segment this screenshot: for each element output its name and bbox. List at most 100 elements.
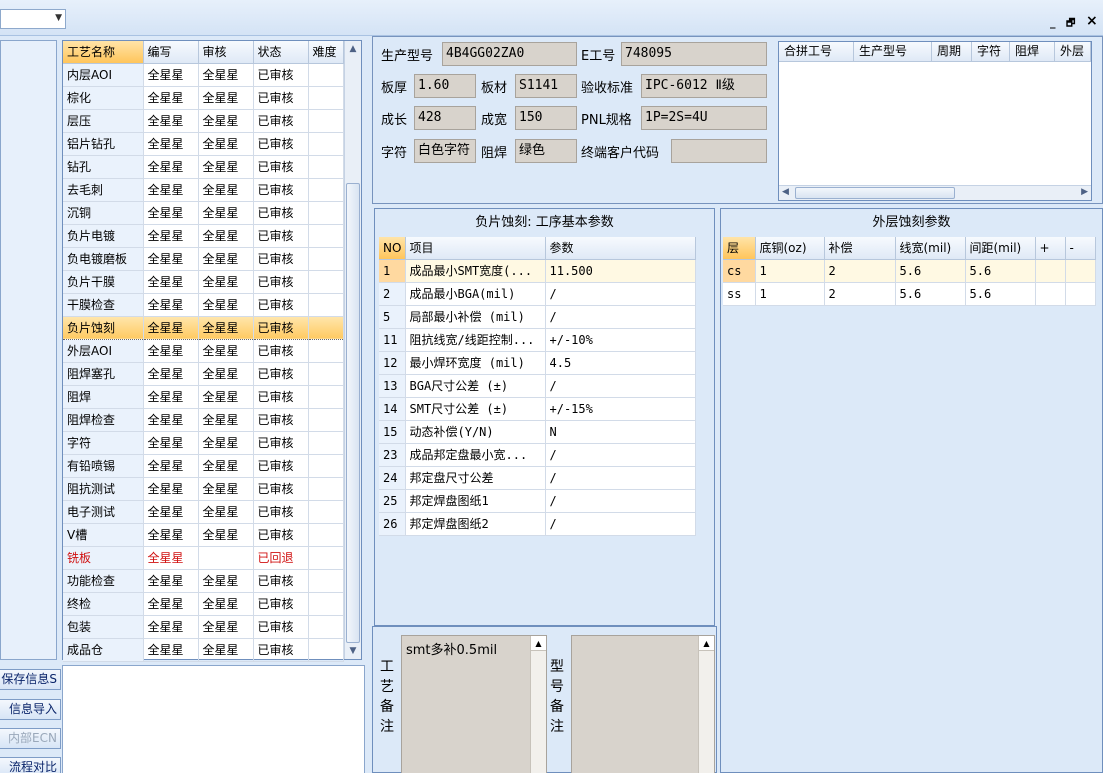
outer-col-header[interactable]: 间距(mil) bbox=[965, 237, 1036, 260]
left-button-3[interactable]: 内部ECN bbox=[0, 728, 61, 749]
memo-scrollbar[interactable]: ▲ bbox=[530, 636, 546, 773]
outer-col-header[interactable]: + bbox=[1035, 237, 1066, 260]
param-row[interactable]: 26 邦定焊盘图纸2/ bbox=[379, 512, 696, 536]
char-field[interactable]: 白色字符 bbox=[414, 139, 476, 163]
restore-icon[interactable]: 🗗 bbox=[1066, 16, 1075, 33]
merge-col-header[interactable]: 生产型号 bbox=[854, 42, 932, 61]
process-cell: 全星星 bbox=[143, 477, 199, 501]
process-row[interactable]: 钻孔 全星星 全星星 已审核 bbox=[63, 155, 344, 179]
outer-col-header[interactable]: 补偿 bbox=[824, 237, 896, 260]
process-row[interactable]: 外层AOI 全星星 全星星 已审核 bbox=[63, 339, 344, 363]
param-row[interactable]: 11 阻抗线宽/线距控制... +/-10% bbox=[379, 328, 696, 352]
process-scrollbar[interactable]: ▲ ▼ bbox=[344, 41, 361, 659]
process-col-header[interactable]: 编写 bbox=[143, 41, 199, 64]
outer-row[interactable]: cs 1 2 5.6 5.6 bbox=[723, 259, 1096, 283]
process-row[interactable]: 包装 全星星 全星星 已审核 bbox=[63, 615, 344, 639]
length-field[interactable]: 428 bbox=[414, 106, 476, 130]
outer-col-header[interactable]: 底铜(oz) bbox=[755, 237, 825, 260]
outer-row[interactable]: ss 1 2 5.6 5.6 bbox=[723, 282, 1096, 306]
left-button-2[interactable]: 信息导入 bbox=[0, 699, 61, 720]
scroll-down-icon[interactable]: ▼ bbox=[345, 643, 361, 659]
left-button-1[interactable]: 保存信息S bbox=[0, 669, 61, 690]
process-row[interactable]: 字符 全星星 全星星 已审核 bbox=[63, 431, 344, 455]
process-remark-field[interactable]: smt多补0.5mil ▲ bbox=[401, 635, 547, 773]
process-row[interactable]: 阻抗测试 全星星 全星星 已审核 bbox=[63, 477, 344, 501]
chevron-down-icon[interactable]: ▼ bbox=[55, 13, 62, 23]
param-row[interactable]: 14 SMT尺寸公差 (±) +/-15% bbox=[379, 397, 696, 421]
outer-col-header[interactable]: - bbox=[1065, 237, 1096, 260]
scroll-up-icon[interactable]: ▲ bbox=[345, 41, 361, 57]
param-row[interactable]: 5 局部最小补偿 (mil) / bbox=[379, 305, 696, 329]
param-col-header[interactable]: 项目 bbox=[405, 237, 546, 260]
scroll-left-icon[interactable]: ◀ bbox=[782, 187, 789, 197]
param-row[interactable]: 23 成品邦定盘最小宽... / bbox=[379, 443, 696, 467]
close-icon[interactable]: × bbox=[1086, 13, 1098, 29]
process-col-header[interactable]: 状态 bbox=[253, 41, 309, 64]
merge-hscrollbar[interactable]: ◀ ▶ bbox=[779, 185, 1091, 200]
process-row[interactable]: 电子测试 全星星 全星星 已审核 bbox=[63, 500, 344, 524]
process-row[interactable]: 去毛刺 全星星 全星星 已审核 bbox=[63, 178, 344, 202]
eno-field[interactable]: 748095 bbox=[621, 42, 767, 66]
process-row[interactable]: 负电镀磨板 全星星 全星星 已审核 bbox=[63, 247, 344, 271]
param-col-header[interactable]: 参数 bbox=[545, 237, 696, 260]
model-remark-field[interactable]: ▲ bbox=[571, 635, 715, 773]
top-combo[interactable]: ▼ bbox=[0, 9, 66, 29]
scroll-right-icon[interactable]: ▶ bbox=[1081, 187, 1088, 197]
param-col-header[interactable]: NO bbox=[379, 237, 406, 260]
process-row[interactable]: 阻焊检查 全星星 全星星 已审核 bbox=[63, 408, 344, 432]
model-field[interactable]: 4B4GG02ZA0 bbox=[442, 42, 577, 66]
param-cell: 24 bbox=[379, 466, 406, 490]
process-row[interactable]: 负片干膜 全星星 全星星 已审核 bbox=[63, 270, 344, 294]
process-row[interactable]: 内层AOI 全星星 全星星 已审核 bbox=[63, 63, 344, 87]
process-row[interactable]: 阻焊塞孔 全星星 全星星 已审核 bbox=[63, 362, 344, 386]
standard-field[interactable]: IPC-6012 Ⅱ级 bbox=[641, 74, 767, 98]
notes-box[interactable] bbox=[62, 665, 365, 773]
pnl-field[interactable]: 1P=2S=4U bbox=[641, 106, 767, 130]
mask-label: 阻焊 bbox=[481, 146, 508, 161]
process-row[interactable]: V槽 全星星 全星星 已审核 bbox=[63, 523, 344, 547]
outer-col-header[interactable]: 层 bbox=[723, 237, 756, 260]
outer-col-header[interactable]: 线宽(mil) bbox=[895, 237, 966, 260]
scroll-thumb[interactable] bbox=[795, 187, 955, 199]
mask-field[interactable]: 绿色 bbox=[515, 139, 577, 163]
merge-col-header[interactable]: 外层 bbox=[1055, 42, 1091, 61]
process-row[interactable]: 铣板 全星星 已回退 bbox=[63, 546, 344, 570]
minimize-icon[interactable]: _ bbox=[1050, 16, 1056, 29]
process-row[interactable]: 终检 全星星 全星星 已审核 bbox=[63, 592, 344, 616]
thickness-field[interactable]: 1.60 bbox=[414, 74, 476, 98]
process-row[interactable]: 棕化 全星星 全星星 已审核 bbox=[63, 86, 344, 110]
process-row[interactable]: 成品仓 全星星 全星星 已审核 bbox=[63, 638, 344, 662]
process-row[interactable]: 有铅喷锡 全星星 全星星 已审核 bbox=[63, 454, 344, 478]
merge-col-header[interactable]: 字符 bbox=[972, 42, 1010, 61]
merge-col-header[interactable]: 阻焊 bbox=[1010, 42, 1055, 61]
merge-col-header[interactable]: 周期 bbox=[932, 42, 972, 61]
param-cell: / bbox=[545, 282, 696, 306]
material-field[interactable]: S1141 bbox=[515, 74, 577, 98]
process-row[interactable]: 沉铜 全星星 全星星 已审核 bbox=[63, 201, 344, 225]
scroll-up-icon[interactable]: ▲ bbox=[699, 636, 714, 651]
process-row[interactable]: 负片蚀刻 全星星 全星星 已审核 bbox=[63, 315, 344, 340]
merge-col-header[interactable]: 合拼工号 bbox=[779, 42, 854, 61]
param-row[interactable]: 2 成品最小BGA(mil) / bbox=[379, 282, 696, 306]
process-row[interactable]: 干膜检查 全星星 全星星 已审核 bbox=[63, 293, 344, 317]
left-button-4[interactable]: 流程对比 bbox=[0, 757, 61, 773]
process-row[interactable]: 功能检查 全星星 全星星 已审核 bbox=[63, 569, 344, 593]
param-row[interactable]: 24 邦定盘尺寸公差 / bbox=[379, 466, 696, 490]
param-row[interactable]: 25 邦定焊盘图纸1/ bbox=[379, 489, 696, 513]
process-col-header[interactable]: 审核 bbox=[198, 41, 254, 64]
scroll-thumb[interactable] bbox=[346, 183, 360, 643]
process-row[interactable]: 负片电镀 全星星 全星星 已审核 bbox=[63, 224, 344, 248]
process-col-header[interactable]: 难度 bbox=[308, 41, 344, 64]
param-row[interactable]: 15 动态补偿(Y/N) N bbox=[379, 420, 696, 444]
param-row[interactable]: 1 成品最小SMT宽度(... 11.500 bbox=[379, 259, 696, 283]
width-field[interactable]: 150 bbox=[515, 106, 577, 130]
process-col-header[interactable]: 工艺名称 bbox=[63, 41, 144, 64]
process-row[interactable]: 层压 全星星 全星星 已审核 bbox=[63, 109, 344, 133]
process-row[interactable]: 阻焊 全星星 全星星 已审核 bbox=[63, 385, 344, 409]
scroll-up-icon[interactable]: ▲ bbox=[531, 636, 546, 651]
customer-field[interactable] bbox=[671, 139, 767, 163]
param-row[interactable]: 12 最小焊环宽度 (mil) 4.5 bbox=[379, 351, 696, 375]
param-row[interactable]: 13 BGA尺寸公差 (±) / bbox=[379, 374, 696, 398]
memo-scrollbar[interactable]: ▲ bbox=[698, 636, 714, 773]
process-row[interactable]: 铝片钻孔 全星星 全星星 已审核 bbox=[63, 132, 344, 156]
